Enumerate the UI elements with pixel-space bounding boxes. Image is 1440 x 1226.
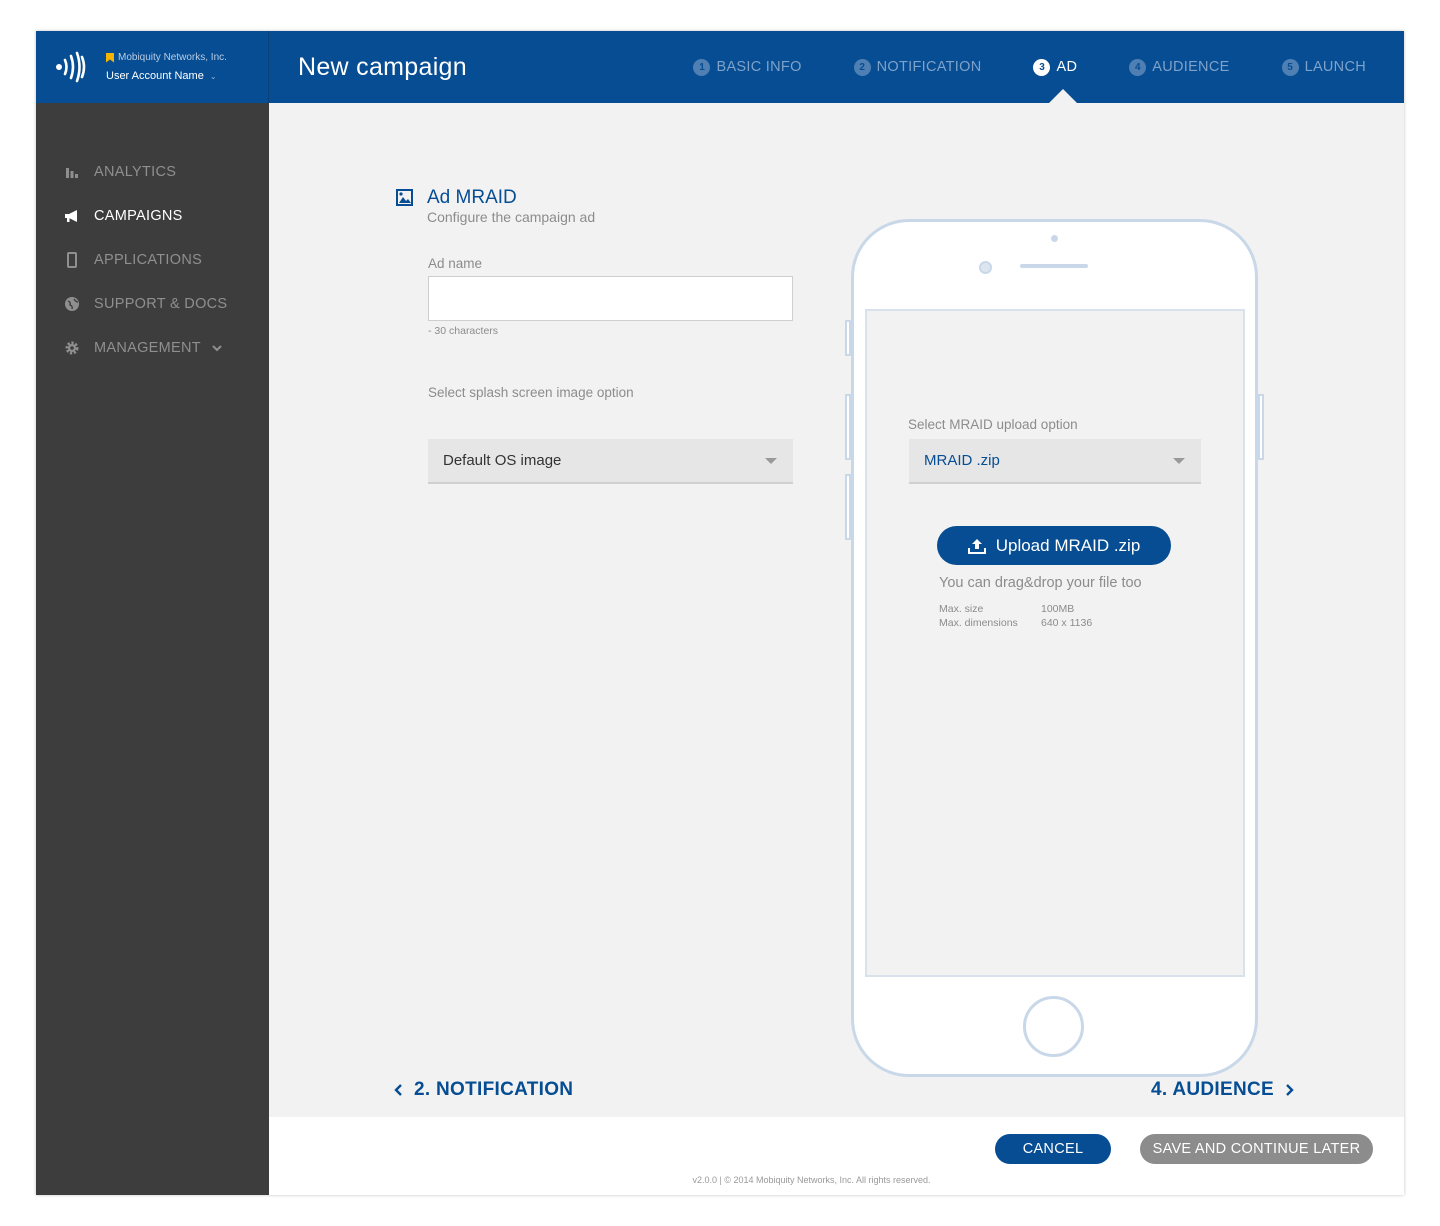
step-label: BASIC INFO bbox=[716, 59, 802, 75]
bar-chart-icon bbox=[66, 168, 78, 178]
spec-value: 100MB bbox=[1041, 603, 1075, 615]
phone-home-button bbox=[1023, 996, 1084, 1057]
spec-key: Max. size bbox=[939, 603, 984, 615]
copyright-text: v2.0.0 | © 2014 Mobiquity Networks, Inc.… bbox=[692, 1175, 931, 1185]
step-label: LAUNCH bbox=[1304, 59, 1366, 75]
spec-row-max-size: Max. size 100MB bbox=[939, 603, 1074, 615]
sidebar-item-applications[interactable]: APPLICATIONS bbox=[36, 238, 269, 282]
step-number: 4 bbox=[1129, 58, 1147, 76]
chevron-down-icon bbox=[212, 345, 222, 352]
sidebar-item-label: MANAGEMENT bbox=[94, 340, 201, 356]
phone-sensor bbox=[1051, 235, 1058, 242]
chevron-down-icon: ⌄ bbox=[209, 71, 217, 81]
step-notification[interactable]: 2 NOTIFICATION bbox=[853, 31, 982, 103]
ad-name-input[interactable] bbox=[428, 276, 793, 321]
next-step-label: 4. AUDIENCE bbox=[1151, 1079, 1274, 1100]
drag-drop-hint: You can drag&drop your file too bbox=[939, 575, 1142, 591]
spec-key: Max. dimensions bbox=[939, 617, 1018, 629]
globe-icon bbox=[65, 297, 79, 311]
phone-preview: Select MRAID upload option MRAID .zip Up… bbox=[845, 219, 1264, 1077]
sidebar-item-campaigns[interactable]: CAMPAIGNS bbox=[36, 194, 269, 238]
footer-bar: CANCEL SAVE AND CONTINUE LATER v2.0.0 | … bbox=[269, 1117, 1404, 1195]
sidebar-item-label: SUPPORT & DOCS bbox=[94, 296, 228, 312]
mraid-upload-option-label: Select MRAID upload option bbox=[908, 417, 1078, 432]
spec-value: 640 x 1136 bbox=[1041, 617, 1093, 629]
sidebar-item-analytics[interactable]: ANALYTICS bbox=[36, 150, 269, 194]
cancel-button[interactable]: CANCEL bbox=[995, 1134, 1111, 1164]
upload-mraid-button[interactable]: Upload MRAID .zip bbox=[937, 526, 1171, 565]
prev-step-link[interactable]: 2. NOTIFICATION bbox=[394, 1079, 573, 1101]
step-number: 3 bbox=[1033, 58, 1051, 76]
megaphone-icon bbox=[65, 210, 77, 222]
prev-step-label: 2. NOTIFICATION bbox=[414, 1079, 574, 1100]
section-title: Ad MRAID bbox=[427, 187, 517, 208]
bookmark-icon bbox=[106, 52, 114, 63]
next-step-link[interactable]: 4. AUDIENCE bbox=[1151, 1079, 1294, 1101]
user-name: User Account Name bbox=[106, 70, 204, 82]
mobiquity-logo-icon bbox=[56, 51, 86, 83]
phone-camera bbox=[979, 261, 992, 274]
step-number: 5 bbox=[1281, 58, 1299, 76]
caret-down-icon bbox=[765, 458, 777, 464]
spec-row-max-dimensions: Max. dimensions 640 x 1136 bbox=[939, 617, 1092, 629]
select-value: MRAID .zip bbox=[924, 452, 1000, 469]
chevron-left-icon bbox=[394, 1084, 402, 1096]
ad-name-label: Ad name bbox=[428, 256, 483, 271]
app-window: Mobiquity Networks, Inc. User Account Na… bbox=[36, 31, 1404, 1195]
main-content: Ad MRAID Configure the campaign ad Ad na… bbox=[269, 103, 1404, 1117]
header-bar: New campaign 1 BASIC INFO 2 NOTIFICATION… bbox=[269, 31, 1404, 103]
upload-icon bbox=[967, 538, 986, 554]
page-title: New campaign bbox=[298, 53, 467, 81]
section-subtitle: Configure the campaign ad bbox=[427, 209, 596, 225]
phone-side-button bbox=[845, 474, 851, 540]
chevron-right-icon bbox=[1286, 1084, 1294, 1096]
phone-speaker bbox=[1020, 264, 1088, 268]
org-row: Mobiquity Networks, Inc. bbox=[106, 52, 227, 63]
step-number: 1 bbox=[693, 58, 711, 76]
step-label: AD bbox=[1056, 59, 1078, 75]
step-number: 2 bbox=[853, 58, 871, 76]
step-ad[interactable]: 3 AD bbox=[1033, 31, 1077, 103]
mraid-upload-option-select[interactable]: MRAID .zip bbox=[909, 439, 1201, 484]
image-icon bbox=[396, 189, 413, 206]
step-basic-info[interactable]: 1 BASIC INFO bbox=[693, 31, 801, 103]
phone-side-button bbox=[845, 320, 851, 356]
sidebar-item-label: APPLICATIONS bbox=[94, 252, 203, 268]
step-audience[interactable]: 4 AUDIENCE bbox=[1129, 31, 1229, 103]
splash-option-select[interactable]: Default OS image bbox=[428, 439, 793, 484]
phone-screen: Select MRAID upload option MRAID .zip Up… bbox=[865, 309, 1245, 977]
phone-side-button bbox=[845, 394, 851, 460]
caret-down-icon bbox=[1173, 458, 1185, 464]
ad-name-hint: - 30 characters bbox=[428, 325, 499, 337]
phone-side-button bbox=[1258, 394, 1264, 460]
user-account-menu[interactable]: User Account Name ⌄ bbox=[106, 70, 217, 82]
select-value: Default OS image bbox=[443, 452, 562, 469]
sidebar-item-support-docs[interactable]: SUPPORT & DOCS bbox=[36, 282, 269, 326]
sidebar: ANALYTICS CAMPAIGNS APPLICATIONS SUPPORT… bbox=[36, 103, 269, 1195]
brand-block: Mobiquity Networks, Inc. User Account Na… bbox=[36, 31, 269, 103]
step-launch[interactable]: 5 LAUNCH bbox=[1281, 31, 1366, 103]
upload-button-label: Upload MRAID .zip bbox=[995, 535, 1141, 555]
sidebar-item-management[interactable]: MANAGEMENT bbox=[36, 326, 269, 370]
gear-icon bbox=[65, 341, 79, 355]
step-label: AUDIENCE bbox=[1152, 59, 1230, 75]
splash-option-label: Select splash screen image option bbox=[428, 385, 634, 400]
wizard-steps: 1 BASIC INFO 2 NOTIFICATION 3 AD 4 AUDIE… bbox=[693, 31, 1366, 103]
org-name: Mobiquity Networks, Inc. bbox=[118, 52, 227, 63]
save-continue-later-button[interactable]: SAVE AND CONTINUE LATER bbox=[1140, 1134, 1373, 1164]
sidebar-item-label: CAMPAIGNS bbox=[94, 208, 183, 224]
mobile-icon bbox=[67, 252, 77, 268]
sidebar-item-label: ANALYTICS bbox=[94, 164, 177, 180]
step-label: NOTIFICATION bbox=[876, 59, 982, 75]
